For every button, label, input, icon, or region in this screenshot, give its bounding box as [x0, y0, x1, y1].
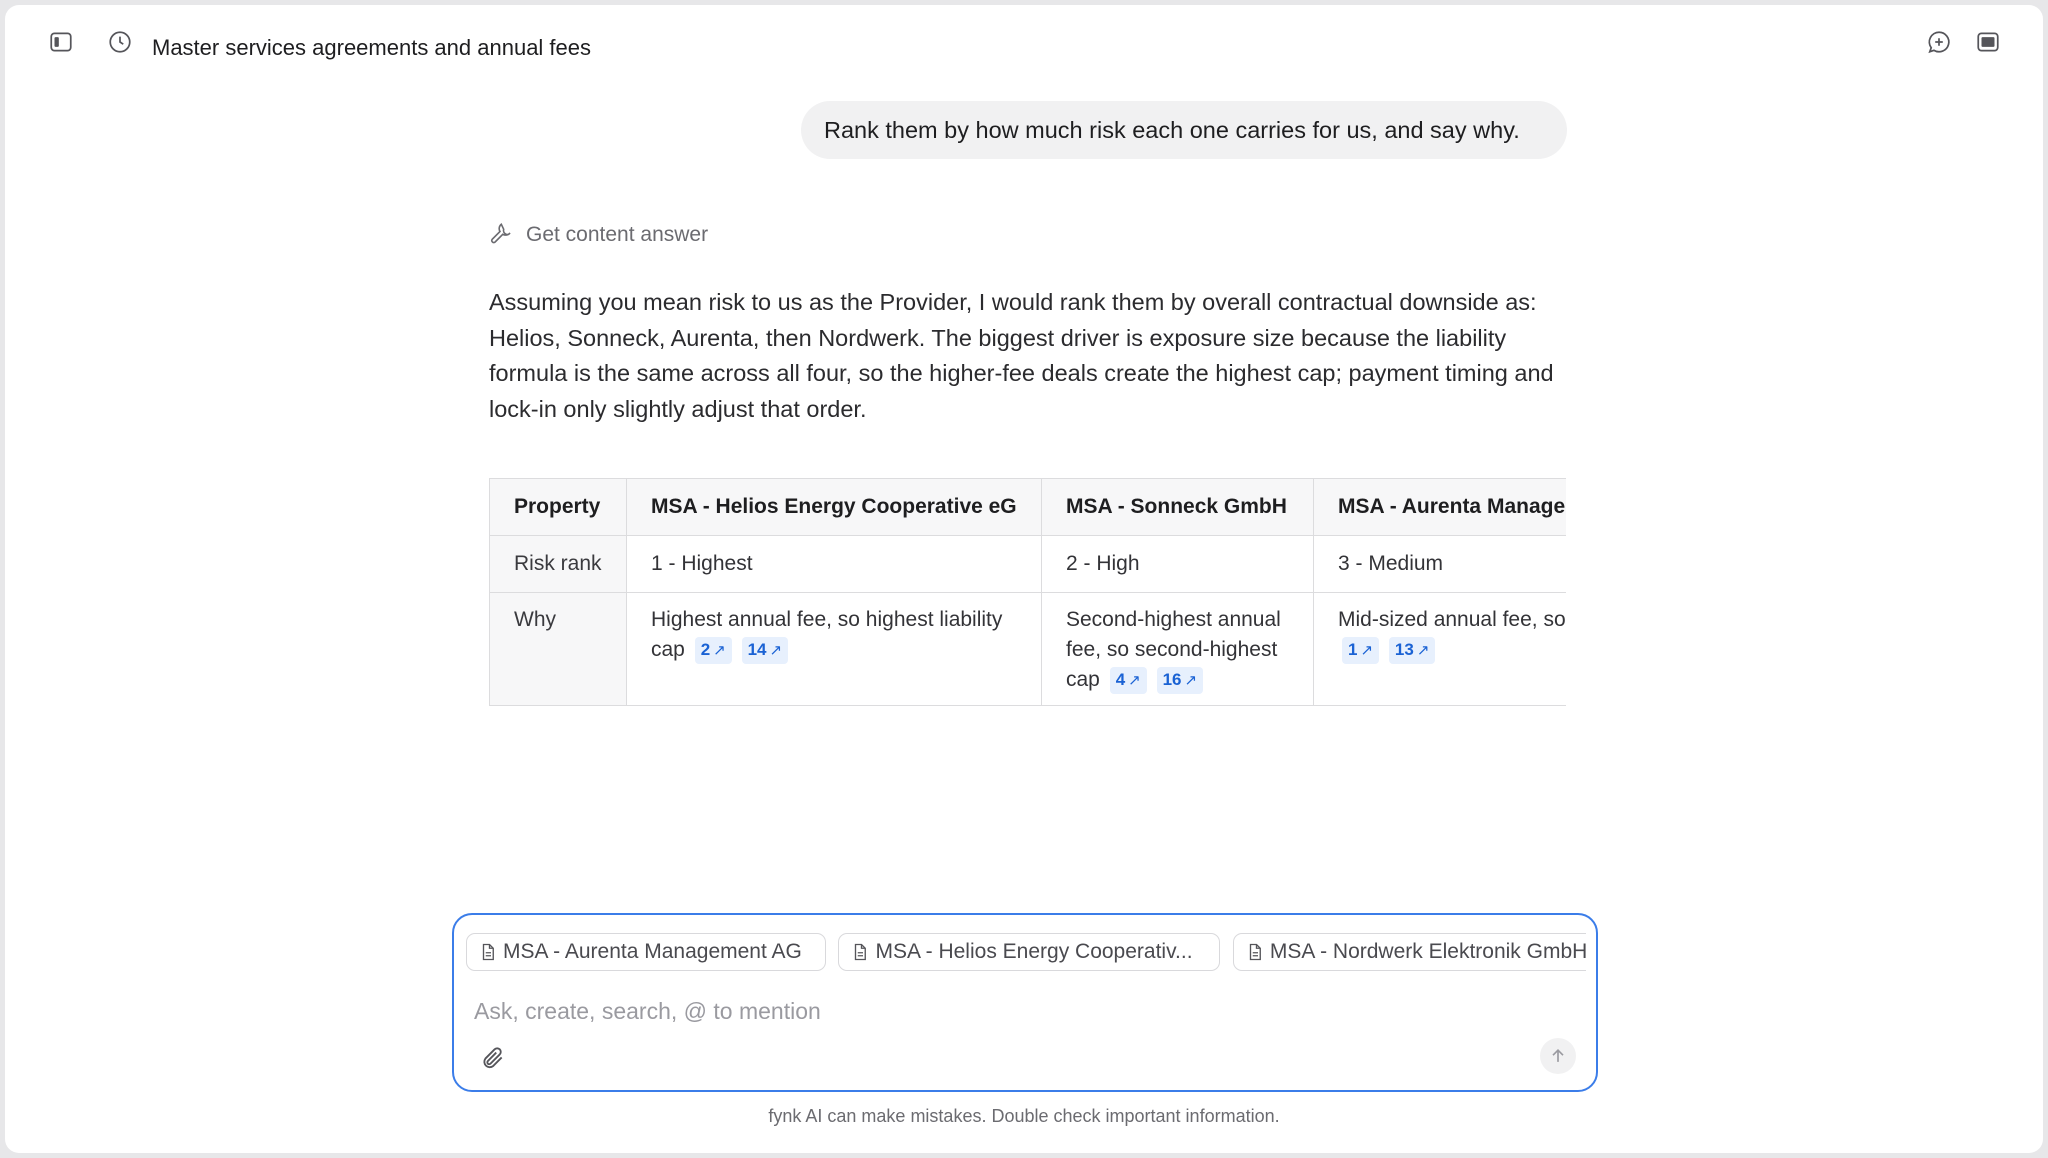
header: Master services agreements and annual fe…	[5, 5, 2043, 85]
risk-table-scroll-area[interactable]: Property MSA - Helios Energy Cooperative…	[489, 478, 1566, 710]
citation-number: 14	[747, 640, 767, 659]
disclaimer-text: fynk AI can make mistakes. Double check …	[768, 1106, 1280, 1126]
tool-call-indicator[interactable]: Get content answer	[489, 220, 708, 250]
new-chat-icon[interactable]	[1922, 25, 1956, 59]
external-arrow-icon: ↗	[1360, 642, 1374, 659]
user-message-bubble: Rank them by how much risk each one carr…	[801, 101, 1567, 159]
citation-number: 2	[700, 640, 711, 659]
table-cell: 3 - Medium	[1313, 535, 1566, 593]
citation-number: 13	[1394, 640, 1414, 659]
document-chip-label: MSA - Aurenta Management AG	[503, 940, 802, 963]
app-window: Master services agreements and annual fe…	[5, 5, 2043, 1153]
table-header-row: Property MSA - Helios Energy Cooperative…	[489, 478, 1566, 536]
document-chip-label: MSA - Nordwerk Elektronik GmbH	[1269, 940, 1586, 963]
citation-link[interactable]: 4 ↗	[1109, 667, 1147, 694]
external-arrow-icon: ↗	[713, 642, 726, 659]
table-cell: Second-highest annual fee, so second-hig…	[1041, 592, 1314, 706]
citation-link[interactable]: 1 ↗	[1342, 637, 1380, 664]
risk-comparison-table: Property MSA - Helios Energy Cooperative…	[489, 478, 1566, 706]
table-cell: 2 - High	[1041, 535, 1314, 593]
arrow-up-icon	[1552, 1048, 1564, 1062]
assistant-answer-text: Assuming you mean risk to us as the Prov…	[489, 289, 1554, 422]
row-property-label: Risk rank	[489, 535, 627, 593]
table-header-cell: MSA - Aurenta Management AG	[1313, 478, 1566, 536]
document-chip[interactable]: MSA - Aurenta Management AG	[466, 933, 826, 971]
document-icon	[1249, 943, 1261, 961]
citation-number: 16	[1162, 670, 1182, 689]
external-arrow-icon: ↗	[1416, 642, 1430, 659]
attached-documents-bar: MSA - Aurenta Management AG MSA - Helios…	[466, 933, 1586, 973]
row-property-label: Why	[489, 592, 627, 706]
history-clock-icon[interactable]	[103, 25, 137, 59]
document-chip[interactable]: MSA - Helios Energy Cooperativ...	[838, 933, 1221, 971]
table-row: Risk rank 1 - Highest 2 - High 3 - Mediu…	[489, 535, 1566, 593]
table-header-cell: Property	[489, 478, 627, 536]
table-header-cell: MSA - Sonneck GmbH	[1041, 478, 1314, 536]
citation-link[interactable]: 14 ↗	[741, 637, 789, 664]
document-chip-label: MSA - Helios Energy Cooperativ...	[875, 940, 1193, 963]
sidebar-toggle-icon[interactable]	[44, 25, 78, 59]
table-cell: Highest annual fee, so highest liability…	[626, 592, 1042, 706]
citation-link[interactable]: 13 ↗	[1388, 637, 1436, 664]
citation-number: 4	[1115, 670, 1126, 689]
panel-icon[interactable]	[1971, 25, 2005, 59]
paperclip-icon[interactable]	[480, 1045, 510, 1075]
page-title: Master services agreements and annual fe…	[152, 35, 592, 60]
table-header-cell: MSA - Helios Energy Cooperative eG	[626, 478, 1042, 536]
citation-number: 1	[1348, 640, 1358, 659]
external-arrow-icon: ↗	[1128, 672, 1141, 689]
document-icon	[482, 943, 494, 961]
citation-link[interactable]: 16 ↗	[1156, 667, 1204, 694]
message-composer: MSA - Aurenta Management AG MSA - Helios…	[452, 913, 1598, 1092]
table-cell: 1 - Highest	[626, 535, 1042, 593]
external-arrow-icon: ↗	[1184, 672, 1198, 689]
cell-text: Mid-sized annual fee, so mid-sized cap	[1338, 608, 1566, 631]
table-cell: Mid-sized annual fee, so mid-sized cap 1…	[1313, 592, 1566, 706]
tool-label: Get content answer	[526, 223, 709, 246]
send-button[interactable]	[1540, 1038, 1576, 1074]
table-row: Why Highest annual fee, so highest liabi…	[489, 592, 1566, 706]
document-chip[interactable]: MSA - Nordwerk Elektronik GmbH	[1232, 933, 1586, 971]
external-arrow-icon: ↗	[769, 642, 783, 659]
citation-link[interactable]: 2 ↗	[694, 637, 732, 664]
document-icon	[855, 943, 867, 961]
wrench-icon	[491, 223, 511, 244]
prompt-input[interactable]	[474, 993, 1574, 1029]
